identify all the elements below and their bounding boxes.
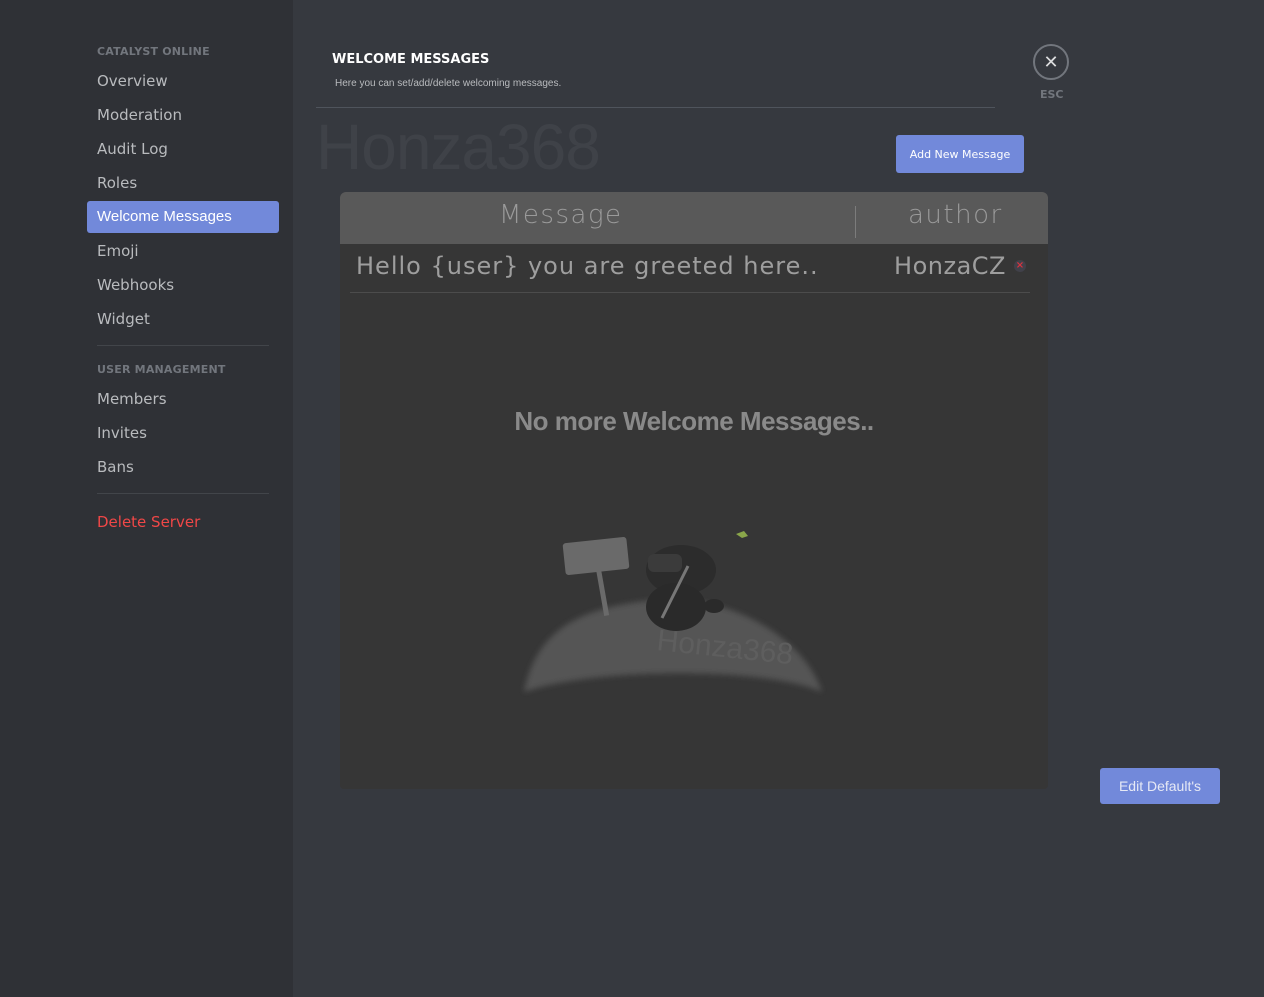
sidebar-item-welcome-messages[interactable]: Welcome Messages <box>87 201 279 233</box>
sidebar-item-audit-log[interactable]: Audit Log <box>87 133 279 165</box>
welcome-messages-table: Message author Hello {user} you are gree… <box>340 192 1048 789</box>
add-new-message-button[interactable]: Add New Message <box>896 135 1024 173</box>
watermark-text: Honza368 <box>316 111 601 183</box>
table-row: Hello {user} you are greeted here.. Honz… <box>350 244 1030 293</box>
sidebar-divider <box>97 493 269 494</box>
table-header: Message author <box>340 192 1048 244</box>
sidebar-nav: CATALYST ONLINE Overview Moderation Audi… <box>87 40 279 540</box>
sidebar-item-members[interactable]: Members <box>87 383 279 415</box>
column-header-author: author <box>908 200 1003 230</box>
sidebar-header-user-management: USER MANAGEMENT <box>97 363 226 376</box>
delete-icon[interactable]: × <box>1014 260 1026 272</box>
page-subtitle: Here you can set/add/delete welcoming me… <box>335 78 562 89</box>
header-divider <box>316 107 995 108</box>
page-title: WELCOME MESSAGES <box>332 52 490 67</box>
empty-state-text: No more Welcome Messages.. <box>514 406 874 436</box>
sidebar-item-moderation[interactable]: Moderation <box>87 99 279 131</box>
sidebar-item-delete-server[interactable]: Delete Server <box>87 506 279 538</box>
sidebar-item-bans[interactable]: Bans <box>87 451 279 483</box>
sidebar: CATALYST ONLINE Overview Moderation Audi… <box>0 0 293 997</box>
message-cell: Hello {user} you are greeted here.. <box>356 252 819 280</box>
sidebar-item-overview[interactable]: Overview <box>87 65 279 97</box>
sidebar-header-server: CATALYST ONLINE <box>97 45 210 58</box>
sign-icon <box>562 537 630 616</box>
bird-icon <box>736 531 748 538</box>
esc-label: ESC <box>1040 88 1064 101</box>
sidebar-item-widget[interactable]: Widget <box>87 303 279 335</box>
sidebar-divider <box>97 345 269 346</box>
close-icon: ✕ <box>1043 51 1059 73</box>
column-divider <box>855 206 856 238</box>
column-header-message: Message <box>499 200 623 230</box>
sidebar-item-invites[interactable]: Invites <box>87 417 279 449</box>
close-button[interactable]: ✕ <box>1033 44 1069 80</box>
sidebar-item-roles[interactable]: Roles <box>87 167 279 199</box>
edit-defaults-button[interactable]: Edit Default's <box>1100 768 1220 804</box>
empty-state-illustration: Honza368 <box>524 531 822 692</box>
author-cell: HonzaCZ <box>894 252 1006 280</box>
sidebar-item-emoji[interactable]: Emoji <box>87 235 279 267</box>
sidebar-item-webhooks[interactable]: Webhooks <box>87 269 279 301</box>
